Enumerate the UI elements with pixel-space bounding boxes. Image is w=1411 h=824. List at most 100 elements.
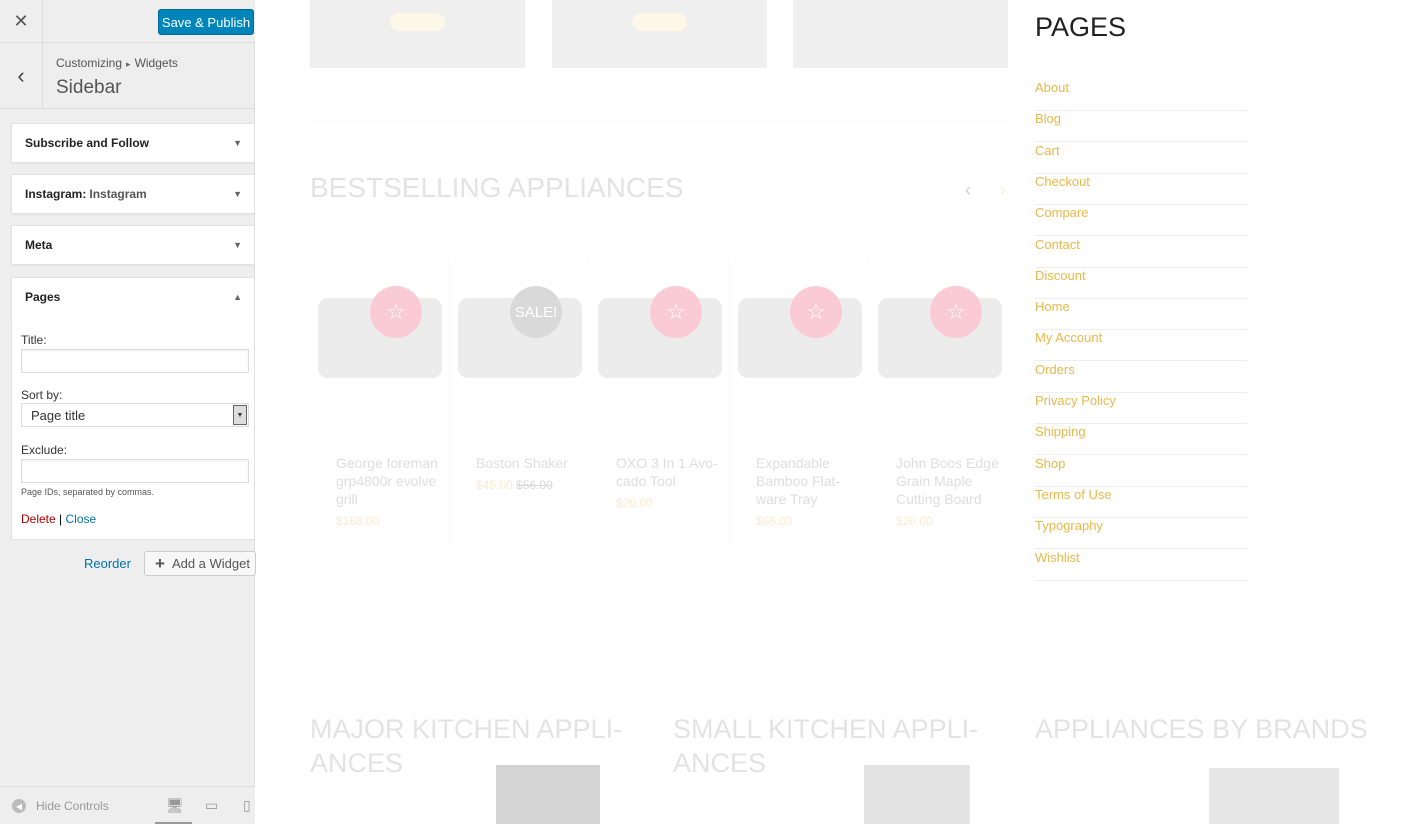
reorder-link[interactable]: Reorder [84,556,131,571]
breadcrumb: Customizing ▸ Widgets [56,56,178,70]
next-arrow-icon[interactable]: › [1000,180,1006,201]
widget-pages[interactable]: Pages ▲ [11,277,255,317]
page-link[interactable]: Cart [1035,143,1247,174]
promo-banner[interactable] [793,0,1008,68]
chevron-down-icon[interactable]: ▼ [233,405,247,425]
promo-banner[interactable] [552,0,767,68]
product-name[interactable]: George foreman grp4800r evolve grill [336,454,442,508]
widget-title: Meta [25,238,53,252]
sale-badge: SALE! [510,286,562,338]
star-icon[interactable]: ☆ [370,286,422,338]
back-arrow-icon[interactable]: ‹ [0,43,43,108]
product-name[interactable]: OXO 3 In 1 Avo­cado Tool [616,454,722,490]
close-link[interactable]: Close [66,512,97,526]
product-card[interactable]: SALE! Boston Shaker $45.00 $56.00 [450,258,590,545]
breadcrumb-widgets: Widgets [134,56,178,70]
promo-banner[interactable] [310,0,525,68]
expand-arrow-icon: ▼ [233,138,242,148]
breadcrumb-separator: ▸ [126,59,131,69]
pages-heading: PAGES [1035,12,1127,42]
product-price: $20.00 [616,496,653,510]
page-link[interactable]: Typography [1035,518,1247,550]
product-name[interactable]: Boston Shaker [476,454,582,472]
page-link[interactable]: Shop [1035,456,1247,487]
pages-widget-form: Title: Sort by: Page title ▼ Exclude: Pa… [11,316,255,540]
sale-price: $45.00 [476,478,513,492]
product-card[interactable]: ☆ George foreman grp4800r evolve grill $… [310,258,450,545]
customizer-footer: ◀ Hide Controls 🖥 ▭ ▯ [0,786,255,824]
breadcrumb-customizing: Customizing [56,56,123,70]
product-price: $66.00 [756,514,793,528]
delete-link[interactable]: Delete [21,512,56,526]
page-link[interactable]: Terms of Use [1035,487,1247,518]
widget-title: Subscribe and Follow [25,136,150,150]
hide-controls-button[interactable]: ◀ Hide Controls [12,799,109,813]
action-separator: | [59,512,63,526]
widget-instagram[interactable]: Instagram: Instagram ▼ [11,174,255,214]
sort-label: Sort by: [21,388,63,402]
page-link[interactable]: Discount [1035,268,1247,299]
section-header: ‹ Customizing ▸ Widgets Sidebar [0,43,255,109]
product-card[interactable]: ☆ OXO 3 In 1 Avo­cado Tool $20.00 [590,258,730,545]
tablet-icon[interactable]: ▭ [205,797,218,814]
sort-by-select[interactable]: Page title ▼ [21,403,249,427]
page-link[interactable]: Wishlist [1035,550,1247,581]
banner-button[interactable] [390,13,445,31]
title-label: Title: [21,333,47,347]
star-icon[interactable]: ☆ [650,286,702,338]
sort-by-value: Page title [31,408,86,423]
customizer-sidebar: ✕ Save & Publish ‹ Customizing ▸ Widgets S… [0,0,256,824]
product-price: $45.00 $56.00 [476,478,553,492]
close-icon[interactable]: ✕ [0,0,43,43]
widget-title: Pages [25,290,61,304]
save-publish-button[interactable]: Save & Publish [158,9,254,35]
star-icon[interactable]: ☆ [790,286,842,338]
divider [310,120,1008,121]
collapse-arrow-icon: ▲ [233,292,242,302]
product-price: $26.00 [896,514,933,528]
product-name[interactable]: Expandable Bamboo Flat­ware Tray [756,454,862,508]
widget-subtitle: Instagram [89,187,147,201]
star-icon[interactable]: ☆ [930,286,982,338]
category-image[interactable] [864,765,970,824]
exclude-help-text: Page IDs, separated by commas. [21,487,155,497]
page-link[interactable]: Checkout [1035,174,1247,205]
expand-arrow-icon: ▼ [233,240,242,250]
add-widget-label: Add a Widget [171,556,250,571]
title-input[interactable] [21,349,249,373]
site-preview: BESTSELLING APPLIANCES ‹ › ☆ George fore… [256,0,1411,824]
page-link[interactable]: My Account [1035,330,1247,362]
page-link[interactable]: Shipping [1035,424,1247,456]
page-link[interactable]: Home [1035,299,1247,331]
category-image[interactable] [1209,768,1339,824]
widget-subscribe-follow[interactable]: Subscribe and Follow ▼ [11,123,255,163]
category-title: APPLIANCES BY BRANDS [1035,714,1368,744]
page-link[interactable]: About [1035,80,1247,111]
hide-controls-label: Hide Controls [36,799,109,813]
mobile-icon[interactable]: ▯ [243,797,251,814]
category-image[interactable] [496,765,600,824]
product-card[interactable]: ☆ Expandable Bamboo Flat­ware Tray $66.0… [730,258,870,545]
product-card[interactable]: ☆ John Boos Edge Grain Maple Cut­ting Bo… [870,258,1010,545]
exclude-input[interactable] [21,459,249,483]
page-link[interactable]: Privacy Policy [1035,393,1247,424]
widget-meta[interactable]: Meta ▼ [11,225,255,265]
customizer-header: ✕ Save & Publish [0,0,255,43]
product-price: $168.00 [336,514,380,528]
old-price: $56.00 [516,478,553,492]
page-link[interactable]: Blog [1035,111,1247,143]
collapse-icon: ◀ [12,799,26,813]
exclude-label: Exclude: [21,443,68,457]
banner-button[interactable] [632,13,687,31]
prev-arrow-icon[interactable]: ‹ [965,180,971,201]
widget-actions: Delete | Close [21,512,96,526]
desktop-icon[interactable]: 🖥 [166,797,184,814]
plus-icon: + [155,553,165,573]
section-title: Sidebar [56,77,122,98]
add-widget-button[interactable]: + Add a Widget [144,551,256,576]
page-link[interactable]: Orders [1035,362,1247,393]
bestselling-title: BESTSELLING APPLIANCES [310,172,684,203]
page-link[interactable]: Contact [1035,237,1247,268]
page-link[interactable]: Compare [1035,205,1247,237]
product-name[interactable]: John Boos Edge Grain Maple Cut­ting Boar… [896,454,1002,508]
